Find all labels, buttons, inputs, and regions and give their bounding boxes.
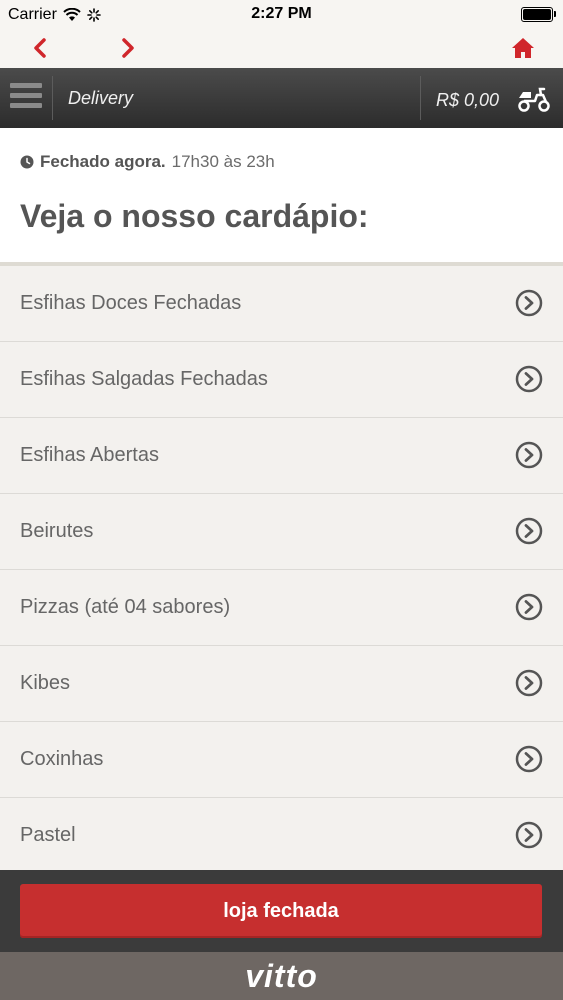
chevron-circle-right-icon xyxy=(515,289,543,317)
chevron-circle-right-icon xyxy=(515,517,543,545)
menu-category-item[interactable]: Beirutes xyxy=(0,494,563,570)
cart-total[interactable]: R$ 0,00 xyxy=(436,90,499,111)
menu-category-item[interactable]: Coxinhas xyxy=(0,722,563,798)
chevron-circle-right-icon xyxy=(515,669,543,697)
chevron-circle-right-icon xyxy=(515,365,543,393)
store-hours-range: 17h30 às 23h xyxy=(171,152,275,171)
menu-category-item[interactable]: Kibes xyxy=(0,646,563,722)
menu-category-list: Esfihas Doces Fechadas Esfihas Salgadas … xyxy=(0,266,563,873)
forward-button[interactable] xyxy=(114,34,142,62)
menu-category-item[interactable]: Pizzas (até 04 sabores) xyxy=(0,570,563,646)
menu-category-label: Coxinhas xyxy=(20,748,104,770)
chevron-circle-right-icon xyxy=(515,593,543,621)
action-bar: loja fechada xyxy=(0,870,563,952)
scooter-icon[interactable] xyxy=(517,86,551,112)
menu-category-label: Esfihas Abertas xyxy=(20,444,159,466)
brand-logo: vitto xyxy=(245,958,318,994)
store-closed-button[interactable]: loja fechada xyxy=(20,884,542,938)
menu-category-item[interactable]: Esfihas Abertas xyxy=(0,418,563,494)
app-header: Delivery R$ 0,00 xyxy=(0,68,563,128)
header-divider xyxy=(420,76,421,120)
menu-category-item[interactable]: Esfihas Doces Fechadas xyxy=(0,266,563,342)
home-icon xyxy=(512,38,534,58)
back-button[interactable] xyxy=(26,34,54,62)
home-button[interactable] xyxy=(509,34,537,62)
footer: vitto xyxy=(0,952,563,1000)
status-bar: Carrier 2:27 PM xyxy=(0,0,563,28)
chevron-left-icon xyxy=(34,38,46,58)
battery-icon xyxy=(521,7,556,22)
menu-category-label: Beirutes xyxy=(20,520,94,542)
store-info-panel: Fechado agora. 17h30 às 23h Veja o nosso… xyxy=(0,128,563,262)
menu-category-label: Esfihas Doces Fechadas xyxy=(20,292,242,314)
hamburger-menu-icon[interactable] xyxy=(10,83,42,113)
chevron-circle-right-icon xyxy=(515,441,543,469)
header-title: Delivery xyxy=(68,88,134,108)
clock-icon xyxy=(20,155,34,169)
menu-heading: Veja o nosso cardápio: xyxy=(20,198,369,234)
store-status: Fechado agora. xyxy=(40,152,166,171)
header-divider xyxy=(52,76,53,120)
menu-category-item[interactable]: Esfihas Salgadas Fechadas xyxy=(0,342,563,418)
menu-category-label: Kibes xyxy=(20,672,71,694)
chevron-right-icon xyxy=(122,38,134,58)
chevron-circle-right-icon xyxy=(515,745,543,773)
menu-category-label: Pastel xyxy=(20,824,76,846)
chevron-circle-right-icon xyxy=(515,821,543,849)
store-hours: Fechado agora. 17h30 às 23h xyxy=(20,152,275,172)
menu-category-label: Esfihas Salgadas Fechadas xyxy=(20,368,268,390)
menu-category-label: Pizzas (até 04 sabores) xyxy=(20,596,231,618)
clock: 2:27 PM xyxy=(251,5,312,22)
navigation-row xyxy=(0,28,563,68)
menu-category-item[interactable]: Pastel xyxy=(0,798,563,873)
